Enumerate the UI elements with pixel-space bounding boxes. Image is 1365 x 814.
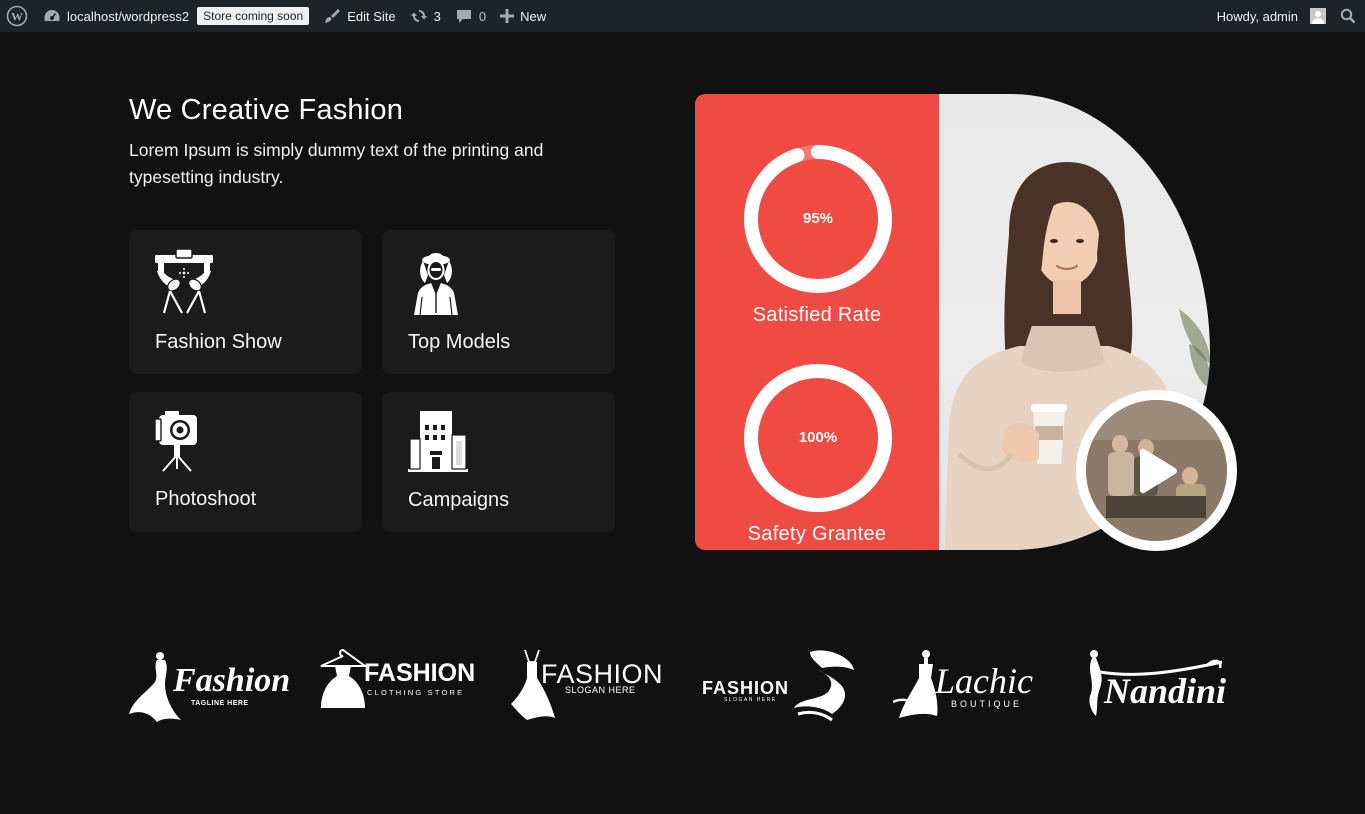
comment-icon (456, 10, 471, 23)
new-content-menu[interactable]: New (493, 0, 553, 32)
brand-logo-lachic: Lachic BOUTIQUE (893, 648, 1049, 724)
model-icon (408, 249, 464, 320)
howdy-text: Howdy, admin (1216, 8, 1298, 24)
service-card-photoshoot[interactable]: Photoshoot (129, 392, 362, 532)
camera-tripod-icon (154, 411, 199, 478)
edit-site-link[interactable]: Edit Site (316, 0, 402, 32)
runway-lights-icon (154, 248, 216, 320)
hat-woman-icon (794, 650, 854, 722)
my-account-menu[interactable]: Howdy, admin (1210, 0, 1333, 32)
logo-name: FASHION (364, 659, 476, 687)
brush-icon (325, 9, 341, 23)
comments-link[interactable]: 0 (448, 0, 493, 32)
logo-name: Nandini (1104, 671, 1227, 711)
stat-label: Safety Grantee (747, 523, 887, 545)
brand-logo-fashion-tagline: Fashion TAGLINE HERE (129, 648, 290, 724)
stat-value: 100% (798, 429, 838, 446)
stats-block: 95% Satisfied Rate 100% Safety Grantee (695, 94, 939, 550)
service-card-campaigns[interactable]: Campaigns (382, 392, 615, 532)
admin-bar: W localhost/wordpress2 Store coming soon… (0, 0, 1365, 32)
service-label: Fashion Show (155, 331, 282, 353)
brand-logo-fashion-clothing: FASHION CLOTHING STORE (319, 648, 475, 724)
logo-tagline: CLOTHING STORE (367, 688, 465, 697)
avatar (1310, 8, 1326, 24)
brand-logo-fashion-slogan: FASHION SLOGAN HERE (511, 648, 667, 724)
stat-label: Satisfied Rate (752, 304, 882, 326)
service-card-top-models[interactable]: Top Models (382, 230, 615, 374)
hero-description: Lorem Ipsum is simply dummy text of the … (129, 140, 544, 187)
brand-logo-nandini: Nandini (1086, 648, 1242, 724)
store-status-badge[interactable]: Store coming soon (197, 7, 310, 25)
logo-name: Fashion (173, 662, 291, 699)
logo-name: Lachic (935, 661, 1033, 701)
wordpress-icon: W (6, 5, 28, 27)
logo-tagline: SLOGAN HERE (724, 697, 777, 703)
mannequin-icon (893, 650, 938, 718)
building-icon (408, 411, 470, 478)
dashboard-icon (44, 10, 60, 21)
search-icon (1340, 8, 1356, 24)
plus-icon (500, 9, 515, 23)
service-card-fashion-show[interactable]: Fashion Show (129, 230, 362, 374)
service-label: Photoshoot (155, 488, 257, 510)
updates-count: 3 (433, 8, 441, 24)
stat-value: 95% (802, 210, 834, 227)
site-name: localhost/wordpress2 (67, 8, 190, 24)
wordpress-menu[interactable]: W (0, 0, 36, 32)
refresh-icon (410, 10, 427, 22)
site-name-menu[interactable]: localhost/wordpress2 Store coming soon (36, 0, 316, 32)
comments-count: 0 (478, 8, 487, 24)
play-icon (1140, 448, 1177, 494)
logo-tagline: BOUTIQUE (951, 699, 1023, 709)
service-label: Top Models (408, 331, 511, 353)
updates-link[interactable]: 3 (403, 0, 448, 32)
svg-text:W: W (11, 10, 23, 24)
new-label: New (520, 8, 547, 24)
dress-hanger-icon (320, 648, 367, 708)
hero-title: We Creative Fashion (129, 94, 404, 126)
brand-logo-fashion-hat: FASHION SLOGAN HERE (702, 648, 858, 724)
service-label: Campaigns (408, 489, 510, 511)
edit-site-label: Edit Site (347, 8, 396, 24)
admin-search[interactable] (1333, 0, 1365, 32)
logo-name: FASHION (702, 678, 790, 698)
logo-tagline: SLOGAN HERE (565, 685, 636, 695)
logo-tagline: TAGLINE HERE (191, 700, 249, 707)
video-play-button[interactable] (1076, 390, 1237, 551)
